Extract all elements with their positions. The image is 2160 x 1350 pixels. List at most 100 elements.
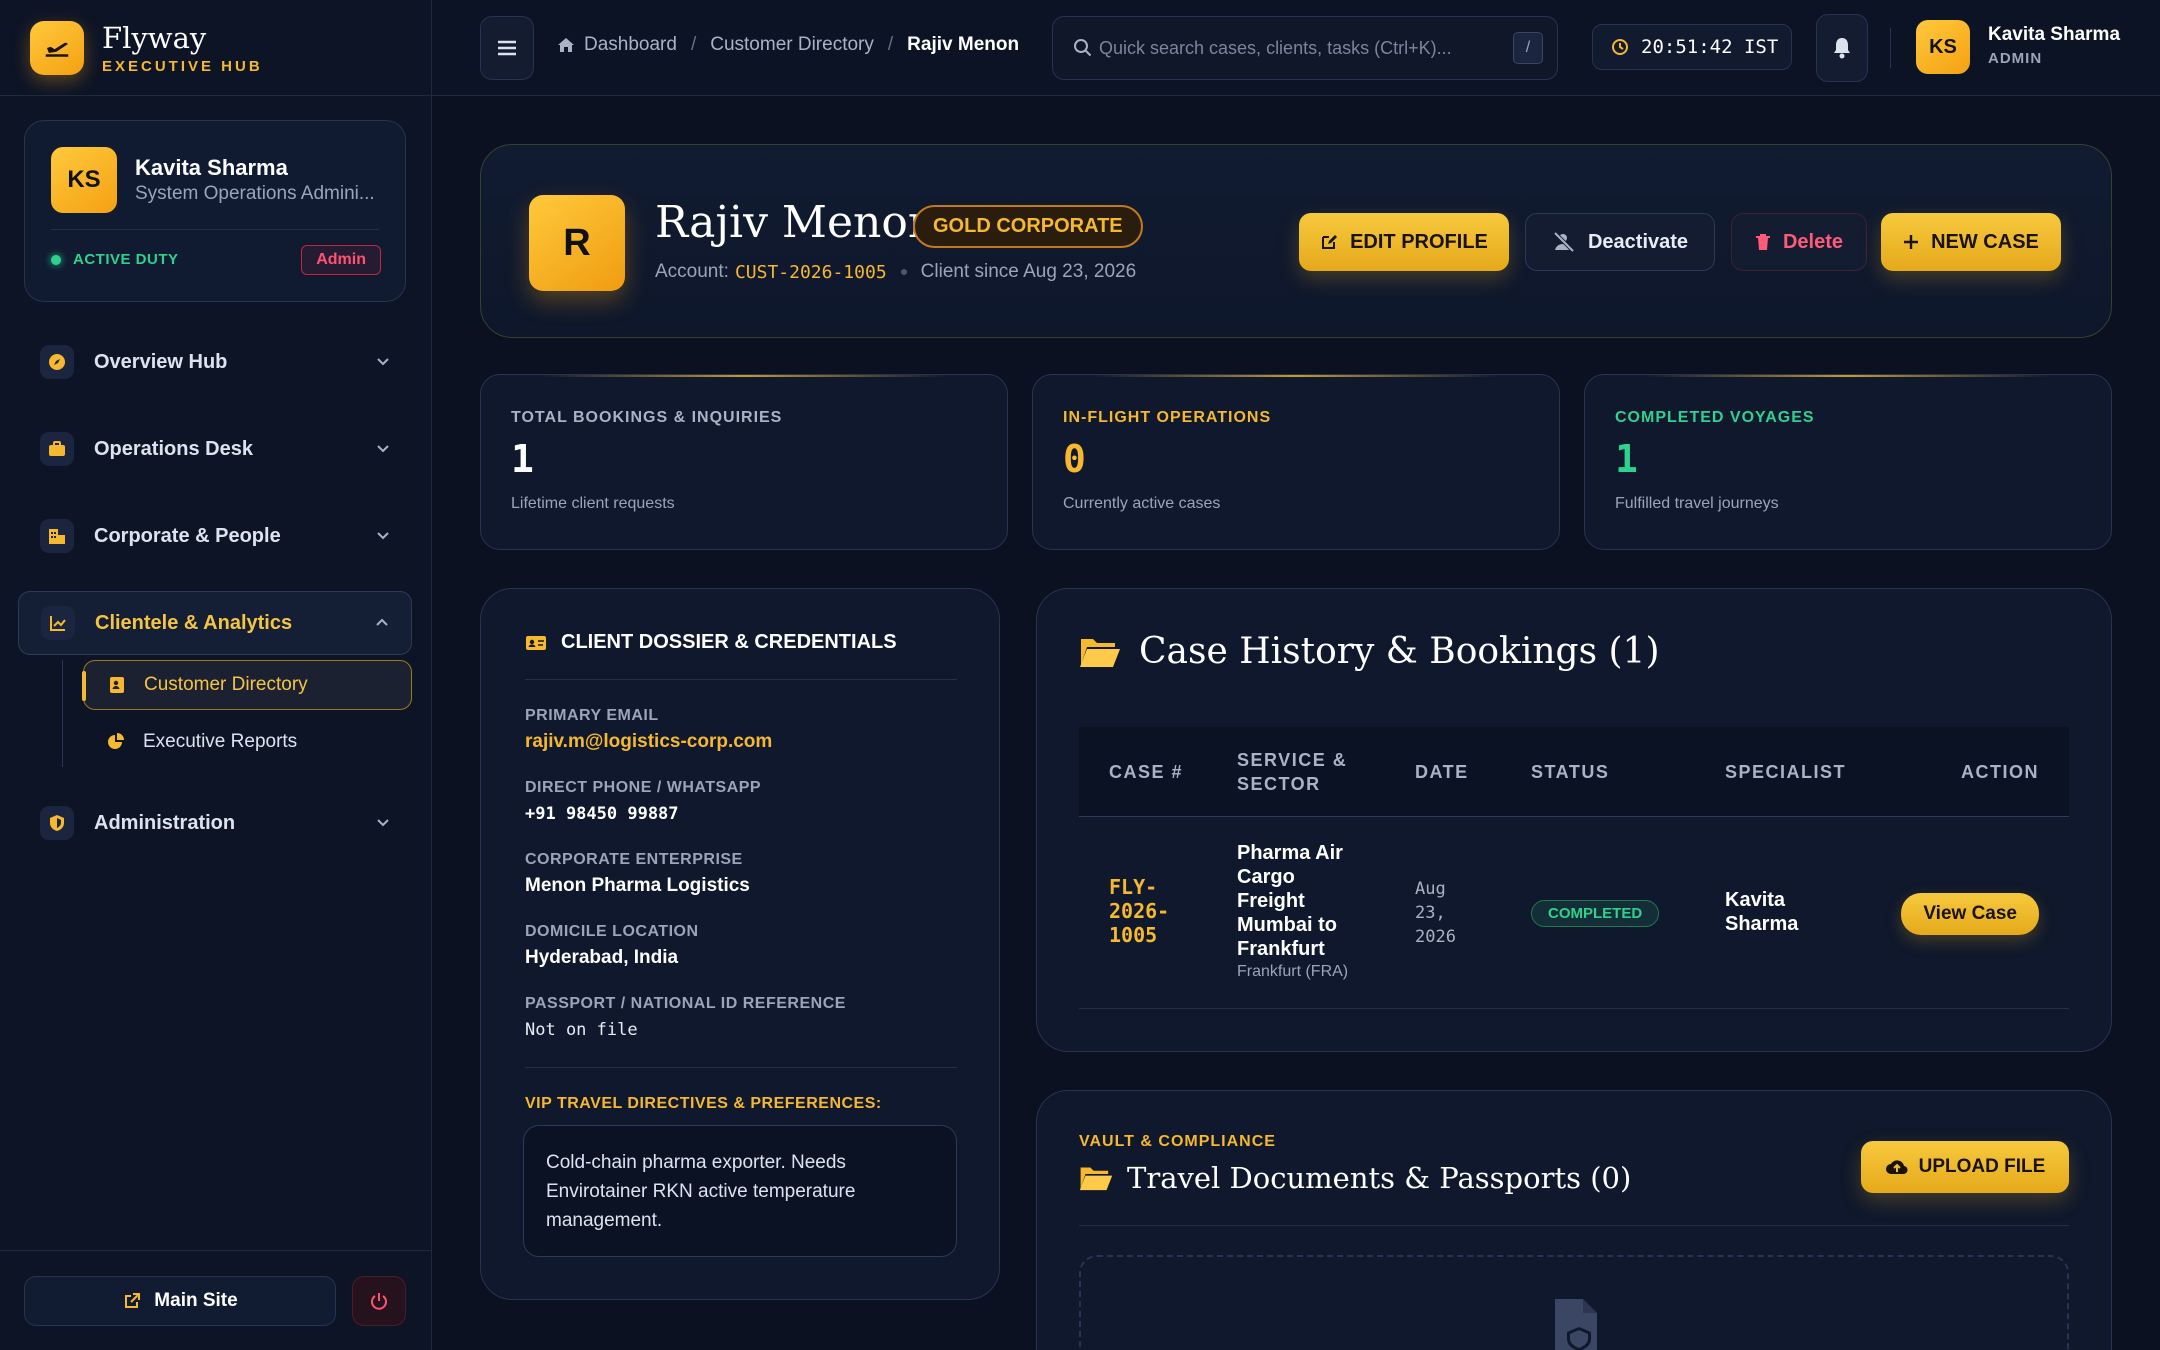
upload-file-button[interactable]: UPLOAD FILE [1861,1141,2069,1193]
sidebar-item-label: Operations Desk [94,437,253,460]
brand[interactable]: Flyway EXECUTIVE HUB [0,0,431,96]
case-table: CASE # SERVICE & SECTOR DATE STATUS SPEC… [1079,727,2069,1009]
sidebar-item-operations-desk[interactable]: Operations Desk [18,417,412,481]
passport-label: PASSPORT / NATIONAL ID REFERENCE [525,995,846,1012]
divider [525,679,957,680]
logout-button[interactable] [352,1276,406,1326]
new-case-label: NEW CASE [1931,230,2039,253]
topbar: Dashboard / Customer Directory / Rajiv M… [432,0,2160,96]
client-avatar: R [529,195,625,291]
sidebar-item-label: Administration [94,811,236,834]
user-slash-icon [1553,231,1575,253]
sidebar-item-clientele-analytics[interactable]: Clientele & Analytics [18,591,412,655]
role-badge: Admin [301,245,381,275]
deactivate-button[interactable]: Deactivate [1525,213,1715,271]
stat-caption: Fulfilled travel journeys [1615,495,1779,512]
stat-caption: Currently active cases [1063,495,1221,512]
breadcrumb-dashboard[interactable]: Dashboard [584,34,677,56]
divider [51,229,379,230]
case-date: Aug 23, 2026 [1415,879,1456,947]
status-dot-icon [51,254,61,265]
sidebar-item-overview-hub[interactable]: Overview Hub [18,330,412,394]
docs-title: Travel Documents & Passports (0) [1079,1161,1631,1195]
column-header-service: SERVICE & SECTOR [1237,750,1348,794]
divider [1079,1225,2069,1226]
case-history-card: Case History & Bookings (1) CASE # SERVI… [1036,588,2112,1052]
stat-label: IN-FLIGHT OPERATIONS [1063,409,1272,426]
breadcrumb-separator: / [690,34,697,55]
user-avatar[interactable]: KS [1916,20,1970,74]
sidebar-item-administration[interactable]: Administration [18,791,412,855]
stat-completed: COMPLETED VOYAGES 1 Fulfilled travel jou… [1584,374,2112,550]
duty-status: ACTIVE DUTY [51,251,179,268]
passport-value: Not on file [525,1020,638,1040]
chevron-down-icon [377,445,389,453]
breadcrumb-separator: / [887,34,894,55]
notifications-button[interactable] [1816,14,1868,82]
cloud-upload-icon [1885,1160,1908,1175]
external-link-icon [125,1293,141,1308]
global-search: / [1052,16,1558,80]
search-input[interactable] [1099,37,1519,59]
location-value: Hyderabad, India [525,947,679,968]
live-clock: 20:51:42 IST [1592,24,1792,70]
menu-toggle-button[interactable] [480,16,534,80]
sidebar-item-label: Customer Directory [144,674,308,695]
case-number[interactable]: FLY-2026-1005 [1109,875,1179,947]
main-site-label: Main Site [154,1290,238,1311]
chevron-down-icon [377,819,389,827]
main-site-button[interactable]: Main Site [24,1276,336,1326]
avatar: KS [51,147,117,213]
column-header-status: STATUS [1531,762,1610,782]
travel-documents-card: VAULT & COMPLIANCE Travel Documents & Pa… [1036,1090,2112,1350]
specialist-name: Kavita Sharma [1725,889,1799,935]
column-header-case: CASE # [1109,762,1184,782]
divider [1890,28,1891,68]
hamburger-icon [498,40,516,56]
breadcrumb-customer-directory[interactable]: Customer Directory [710,34,874,56]
breadcrumb-current: Rajiv Menon [907,34,1020,55]
table-row[interactable]: FLY-2026-1005 Pharma Air Cargo Freight M… [1079,817,2069,1009]
stat-total-bookings: TOTAL BOOKINGS & INQUIRIES 1 Lifetime cl… [480,374,1008,550]
search-icon [1074,39,1092,57]
case-history-title-text: Case History & Bookings (1) [1139,631,1660,672]
client-header-card: R Rajiv Menon GOLD CORPORATE Account: CU… [480,144,2112,338]
clock-icon [1612,39,1628,55]
file-shield-icon [1555,1299,1597,1350]
view-case-button[interactable]: View Case [1901,893,2039,935]
stat-in-flight: IN-FLIGHT OPERATIONS 0 Currently active … [1032,374,1560,550]
service-name: Pharma Air Cargo Freight Mumbai to Frank… [1237,842,1343,960]
sidebar-subnav: Customer Directory Executive Reports [62,660,412,767]
clock-time: 20:51:42 IST [1641,36,1779,58]
dossier-title: CLIENT DOSSIER & CREDENTIALS [525,631,897,654]
briefcase-icon [40,432,74,466]
delete-button[interactable]: Delete [1731,213,1867,271]
shield-icon [40,806,74,840]
client-meta: Account: CUST-2026-1005 Client since Aug… [655,261,1136,283]
user-role: ADMIN [1988,50,2043,67]
sidebar-item-corporate-people[interactable]: Corporate & People [18,504,412,568]
profile-name: Kavita Sharma [135,155,288,180]
vip-label: VIP TRAVEL DIRECTIVES & PREFERENCES: [525,1095,882,1112]
stat-label: TOTAL BOOKINGS & INQUIRIES [511,409,783,426]
new-case-button[interactable]: NEW CASE [1881,213,2061,271]
phone-label: DIRECT PHONE / WHATSAPP [525,779,762,796]
enterprise-label: CORPORATE ENTERPRISE [525,851,743,868]
sidebar-item-label: Clientele & Analytics [95,611,293,634]
document-dropzone[interactable] [1079,1255,2069,1350]
sidebar-item-customer-directory[interactable]: Customer Directory [82,660,412,710]
sidebar-item-executive-reports[interactable]: Executive Reports [83,717,412,767]
phone-value: +91 98450 99887 [525,804,679,824]
sidebar-item-label: Executive Reports [143,731,298,752]
bell-icon [1834,38,1850,59]
email-link[interactable]: rajiv.m@logistics-corp.com [525,731,772,753]
divider [525,1067,957,1068]
enterprise-value: Menon Pharma Logistics [525,875,750,896]
user-name[interactable]: Kavita Sharma [1988,24,2120,46]
account-id: CUST-2026-1005 [734,261,887,283]
stat-label: COMPLETED VOYAGES [1615,409,1815,426]
sidebar-item-label: Overview Hub [94,350,228,373]
separator-dot [900,269,907,275]
address-card-icon [106,674,128,696]
edit-profile-button[interactable]: EDIT PROFILE [1299,213,1509,271]
